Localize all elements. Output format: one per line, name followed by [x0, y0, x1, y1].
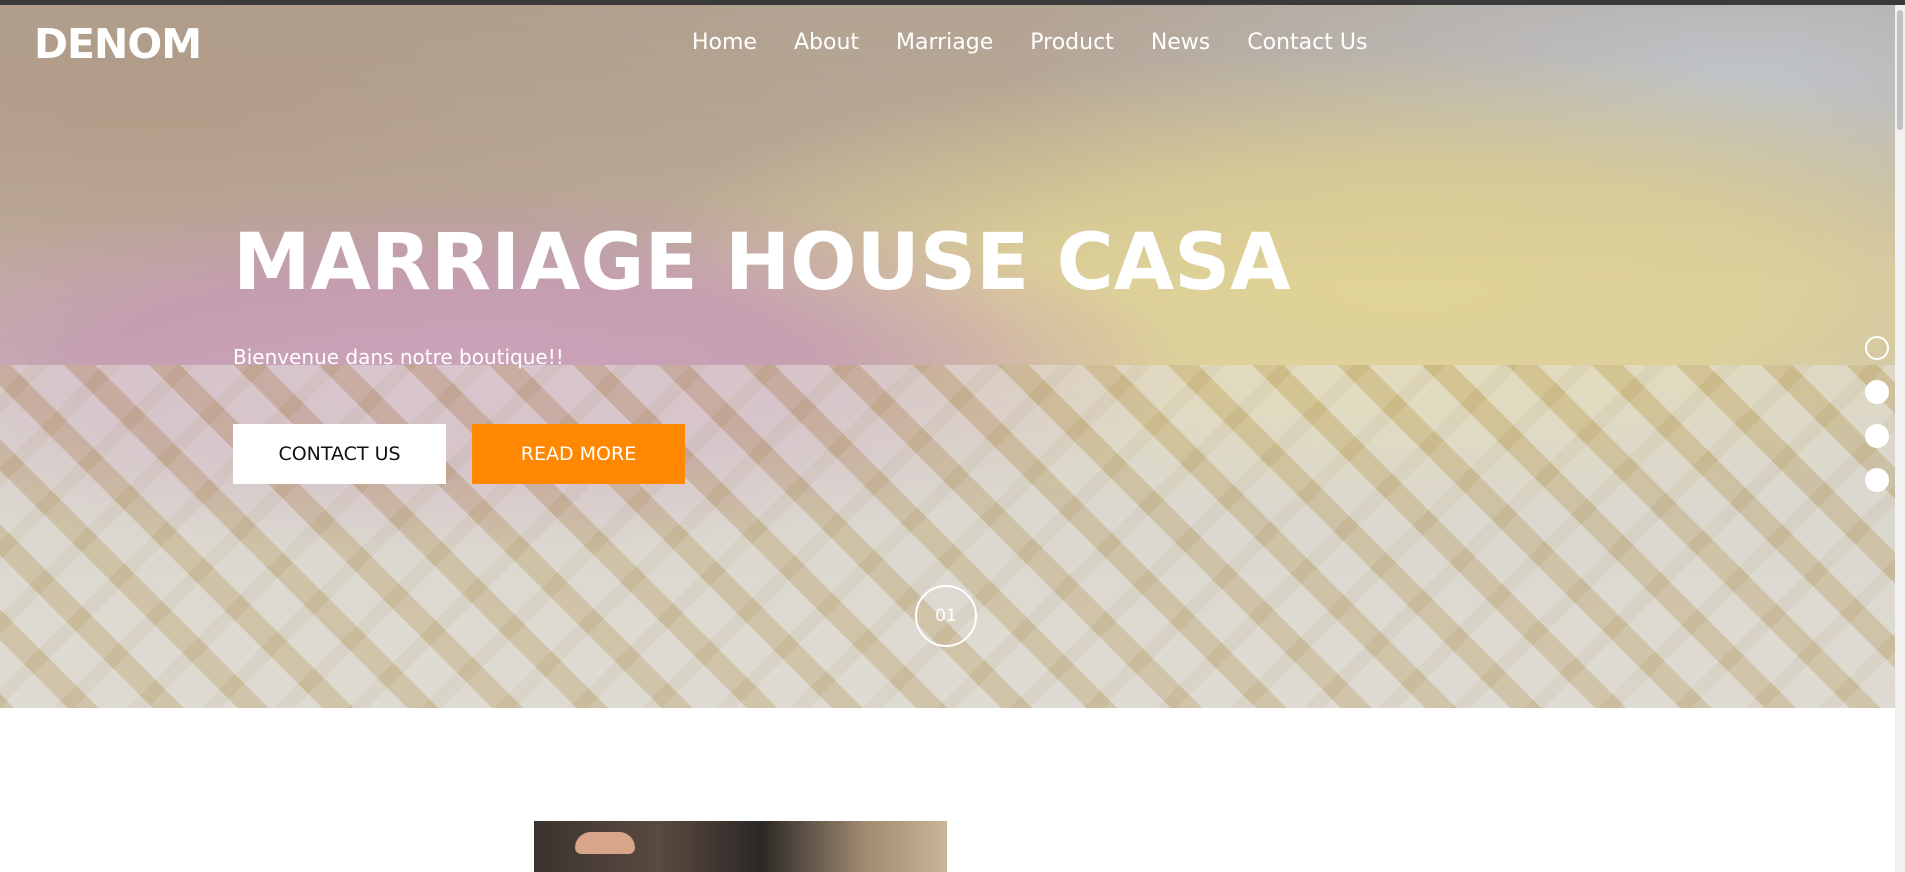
slider-dot-icon[interactable]	[1865, 336, 1889, 360]
nav-contact-us[interactable]: Contact Us	[1247, 30, 1367, 55]
slider-dots	[1865, 336, 1889, 492]
main-nav: Home About Marriage Product News Contact…	[692, 30, 1404, 55]
read-more-button[interactable]: READ MORE	[472, 424, 685, 484]
nav-marriage[interactable]: Marriage	[896, 30, 993, 55]
contact-us-button[interactable]: CONTACT US	[233, 424, 446, 484]
slider-dot-icon[interactable]	[1865, 468, 1889, 492]
about-image-detail	[575, 832, 635, 854]
site-logo[interactable]: DENOM	[34, 20, 202, 68]
slider-dot-icon[interactable]	[1865, 380, 1889, 404]
slider-dot-icon[interactable]	[1865, 424, 1889, 448]
nav-home[interactable]: Home	[692, 30, 757, 55]
hero-title: MARRIAGE HOUSE CASA	[233, 218, 1291, 308]
hero-subtitle: Bienvenue dans notre boutique!!	[233, 345, 564, 369]
nav-product[interactable]: Product	[1030, 30, 1114, 55]
nav-news[interactable]: News	[1151, 30, 1210, 55]
slide-number-badge: 01	[915, 585, 977, 647]
nav-about[interactable]: About	[794, 30, 859, 55]
page-scrollbar[interactable]	[1895, 5, 1905, 872]
scrollbar-thumb[interactable]	[1897, 10, 1903, 130]
